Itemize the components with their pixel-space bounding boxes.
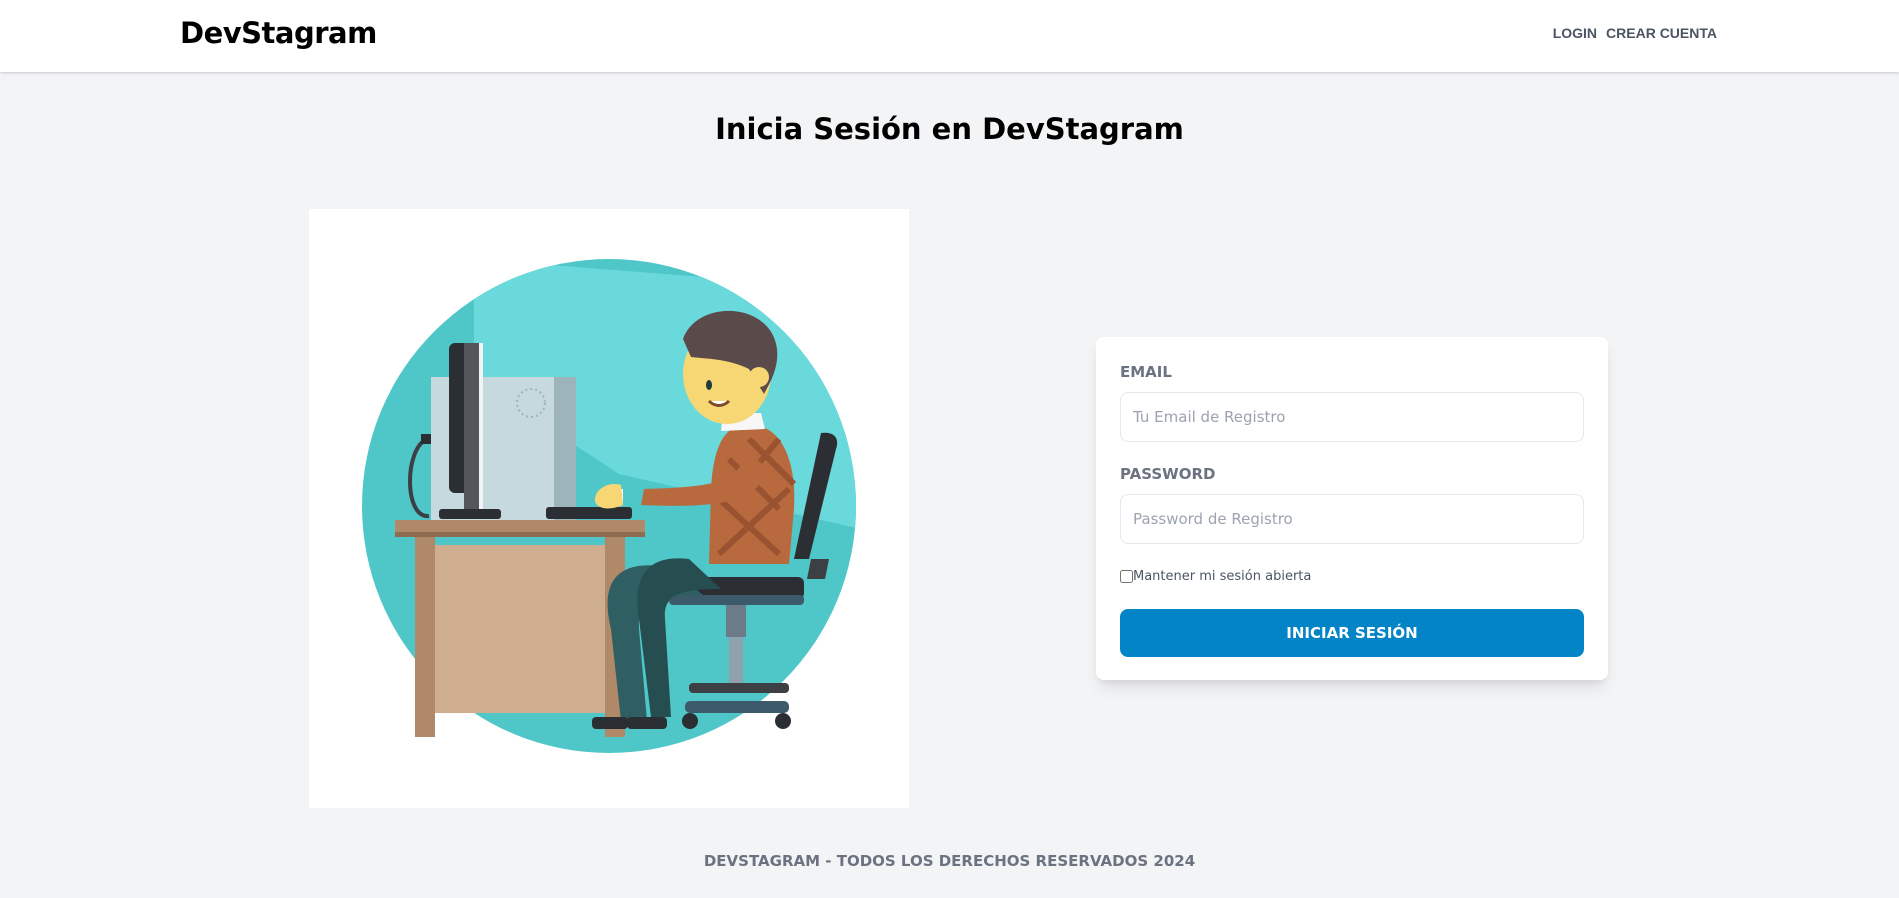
login-illustration-card bbox=[309, 209, 909, 808]
brand-logo[interactable]: DevStagram bbox=[180, 16, 377, 50]
login-button[interactable]: Iniciar Sesión bbox=[1120, 609, 1584, 657]
footer-copyright: DevStagram - Todos los derechos reservad… bbox=[703, 852, 1196, 870]
remember-me-checkbox[interactable] bbox=[1120, 570, 1133, 583]
email-field[interactable] bbox=[1120, 392, 1584, 442]
password-label: Password bbox=[1120, 465, 1216, 483]
top-navbar: DevStagram Login Crear Cuenta bbox=[0, 0, 1899, 72]
login-form: Email Password Mantener mi sesión abiert… bbox=[1096, 337, 1608, 680]
email-label: Email bbox=[1120, 363, 1172, 381]
password-field[interactable] bbox=[1120, 494, 1584, 544]
register-link[interactable]: Crear Cuenta bbox=[1606, 25, 1717, 41]
remember-me-label: Mantener mi sesión abierta bbox=[1133, 569, 1312, 584]
header-nav: Login Crear Cuenta bbox=[1553, 25, 1717, 41]
page-title: Inicia Sesión en DevStagram bbox=[715, 112, 1184, 146]
login-link[interactable]: Login bbox=[1553, 25, 1597, 41]
remember-me: Mantener mi sesión abierta bbox=[1120, 569, 1311, 584]
person-at-computer-illustration bbox=[362, 259, 856, 753]
